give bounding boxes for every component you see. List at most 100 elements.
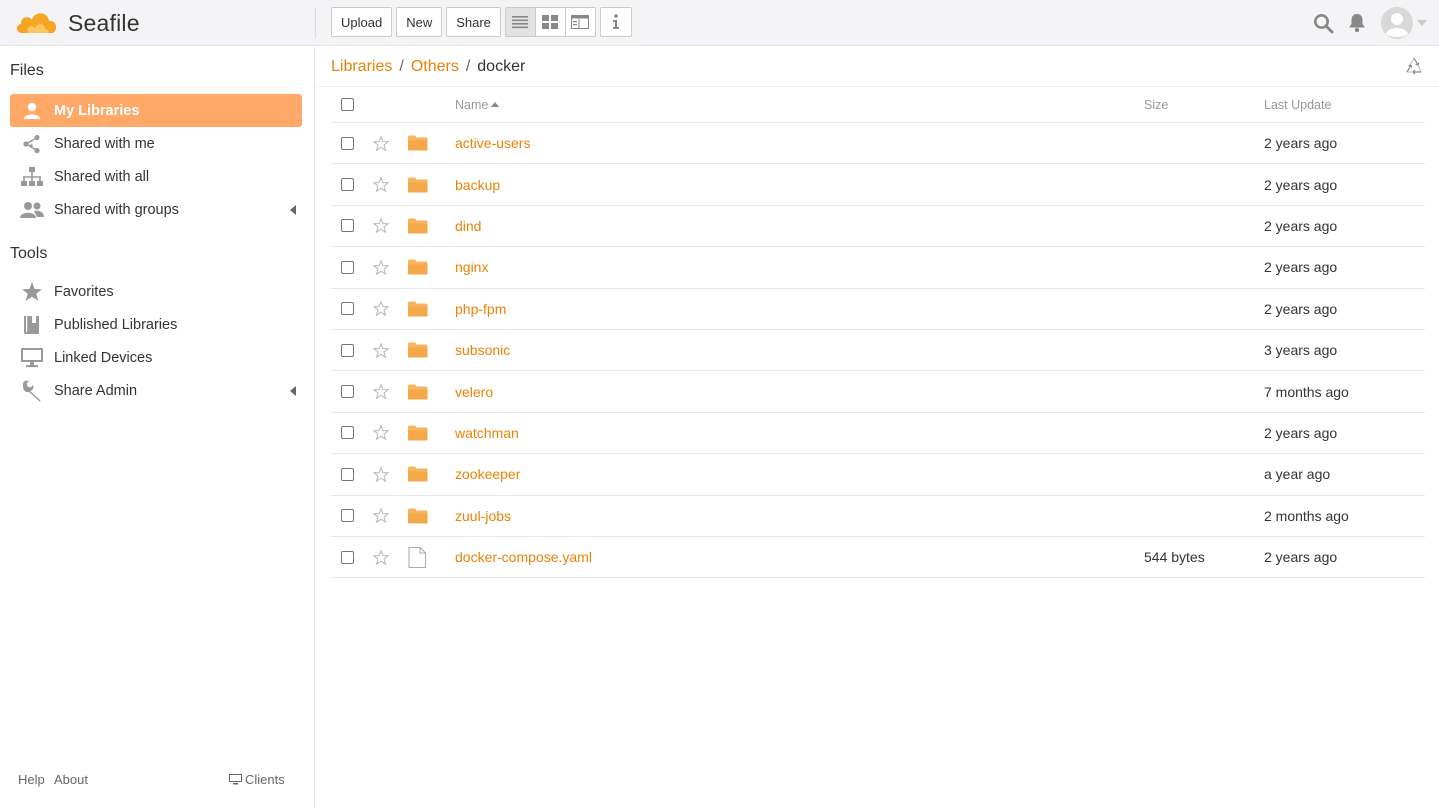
sidebar-item-my-libraries[interactable]: My Libraries [10, 94, 302, 127]
share-button[interactable]: Share [446, 7, 501, 37]
item-name-link[interactable]: velero [455, 371, 493, 411]
table-row[interactable]: zuul-jobs 2 months ago [331, 496, 1425, 537]
grid-view-button[interactable] [534, 7, 566, 37]
view-mode-switch [504, 7, 596, 37]
item-name-link[interactable]: watchman [455, 413, 519, 453]
favorite-toggle[interactable] [373, 454, 389, 494]
notifications-button[interactable] [1348, 13, 1366, 33]
expand-caret-icon[interactable] [290, 205, 296, 215]
monitor-icon [10, 347, 54, 368]
sidebar-item-label: Shared with groups [54, 201, 179, 218]
row-checkbox[interactable] [341, 550, 354, 564]
new-button[interactable]: New [396, 7, 443, 37]
top-header: Seafile Upload New Share [0, 0, 1439, 46]
star-outline-icon [373, 301, 389, 317]
item-name-link[interactable]: subsonic [455, 330, 510, 370]
help-link[interactable]: Help [18, 772, 45, 787]
favorite-toggle[interactable] [373, 206, 389, 246]
favorite-toggle[interactable] [373, 537, 389, 577]
favorite-toggle[interactable] [373, 123, 389, 163]
table-row[interactable]: docker-compose.yaml 544 bytes 2 years ago [331, 537, 1425, 579]
sidebar-item-share-admin[interactable]: Share Admin [10, 374, 302, 407]
seafile-logo[interactable]: Seafile [14, 7, 140, 39]
item-name-link[interactable]: nginx [455, 247, 488, 287]
item-name-link[interactable]: docker-compose.yaml [455, 537, 592, 577]
sidebar-item-label: Share Admin [54, 382, 138, 399]
sidebar-item-favorites[interactable]: Favorites [10, 275, 302, 308]
table-row[interactable]: active-users 2 years ago [331, 123, 1425, 165]
favorite-toggle[interactable] [373, 371, 389, 411]
clients-link[interactable]: Clients [229, 772, 285, 787]
row-checkbox[interactable] [341, 343, 354, 357]
upload-button[interactable]: Upload [331, 7, 393, 37]
item-name-link[interactable]: active-users [455, 123, 530, 163]
search-button[interactable] [1313, 13, 1334, 34]
breadcrumb-others[interactable]: Others [411, 58, 459, 76]
avatar-icon [1381, 7, 1413, 39]
item-last-update: 2 months ago [1264, 507, 1349, 524]
item-name-link[interactable]: php-fpm [455, 289, 506, 329]
column-size[interactable]: Size [1144, 87, 1168, 122]
table-row[interactable]: php-fpm 2 years ago [331, 289, 1425, 330]
star-outline-icon [373, 384, 389, 400]
item-name-link[interactable]: zookeeper [455, 454, 520, 494]
table-row[interactable]: velero 7 months ago [331, 371, 1425, 413]
table-row[interactable]: subsonic 3 years ago [331, 330, 1425, 372]
search-icon [1314, 13, 1334, 33]
item-last-update: 2 years ago [1264, 300, 1338, 317]
table-row[interactable]: watchman 2 years ago [331, 413, 1425, 455]
select-all-checkbox[interactable] [341, 98, 354, 111]
grid-view-icon [542, 15, 559, 29]
favorite-toggle[interactable] [373, 247, 389, 287]
row-checkbox[interactable] [341, 302, 354, 316]
sort-ascending-icon [491, 102, 500, 107]
row-checkbox[interactable] [341, 385, 354, 399]
table-row[interactable]: dind 2 years ago [331, 206, 1425, 248]
folder-icon [408, 289, 428, 329]
book-icon [10, 315, 54, 335]
folder-icon [408, 247, 428, 287]
sidebar-item-shared-with-groups[interactable]: Shared with groups [10, 193, 302, 226]
expand-caret-icon[interactable] [290, 386, 296, 396]
folder-icon [408, 330, 428, 370]
favorite-toggle[interactable] [373, 289, 389, 329]
row-checkbox[interactable] [341, 426, 354, 440]
sidebar-item-linked-devices[interactable]: Linked Devices [10, 341, 302, 374]
about-link[interactable]: About [54, 772, 88, 787]
row-checkbox[interactable] [341, 260, 354, 274]
breadcrumb-libraries[interactable]: Libraries [331, 58, 392, 76]
sidebar-item-shared-with-me[interactable]: Shared with me [10, 127, 302, 160]
header-actions [1299, 6, 1427, 40]
favorite-toggle[interactable] [373, 164, 389, 204]
favorite-toggle[interactable] [373, 330, 389, 370]
row-checkbox[interactable] [341, 219, 354, 233]
sidebar-item-shared-with-all[interactable]: Shared with all [10, 160, 302, 193]
star-outline-icon [373, 135, 389, 151]
column-last-update[interactable]: Last Update [1264, 87, 1331, 122]
item-name-link[interactable]: zuul-jobs [455, 496, 511, 536]
star-outline-icon [373, 466, 389, 482]
folder-icon [408, 371, 428, 411]
item-name-link[interactable]: backup [455, 164, 500, 204]
item-name-link[interactable]: dind [455, 206, 481, 246]
table-row[interactable]: backup 2 years ago [331, 164, 1425, 206]
sidebar-item-published-libraries[interactable]: Published Libraries [10, 308, 302, 341]
trash-button[interactable] [1405, 57, 1423, 80]
column-name[interactable]: Name [455, 87, 500, 122]
sidebar-item-label: My Libraries [54, 102, 140, 119]
table-row[interactable]: nginx 2 years ago [331, 247, 1425, 289]
column-view-button[interactable] [564, 7, 596, 37]
info-icon [612, 14, 619, 29]
list-view-button[interactable] [504, 7, 536, 37]
row-checkbox[interactable] [341, 467, 354, 481]
info-button[interactable] [599, 7, 632, 37]
row-checkbox[interactable] [341, 136, 354, 150]
table-row[interactable]: zookeeper a year ago [331, 454, 1425, 496]
favorite-toggle[interactable] [373, 496, 389, 536]
row-checkbox[interactable] [341, 178, 354, 192]
tools-heading: Tools [10, 245, 48, 262]
user-menu[interactable] [1380, 6, 1427, 40]
row-checkbox[interactable] [341, 509, 354, 523]
folder-icon [408, 413, 428, 453]
favorite-toggle[interactable] [373, 413, 389, 453]
